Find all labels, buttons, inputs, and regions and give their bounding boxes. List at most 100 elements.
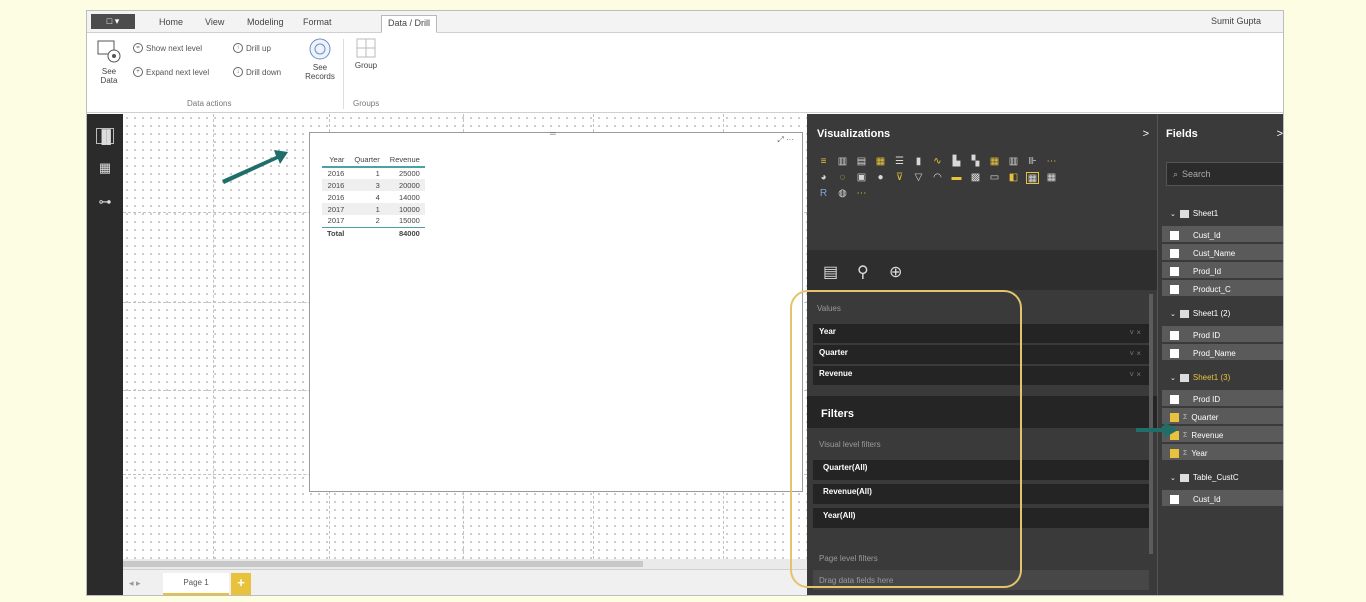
table-icon[interactable]: ▦: [1026, 172, 1039, 184]
table-icon: [1179, 373, 1189, 382]
clustered-column-icon[interactable]: ▦: [874, 156, 887, 168]
funnel-icon[interactable]: ▽: [912, 172, 925, 184]
more-icon[interactable]: ⋯: [855, 188, 868, 200]
treemap-icon[interactable]: ▣: [855, 172, 868, 184]
donut-icon[interactable]: ◌: [836, 172, 849, 184]
expand-chevron-icon[interactable]: ⌄: [1170, 374, 1176, 382]
fields-tab-icon[interactable]: ▤: [823, 262, 838, 282]
field-checkbox[interactable]: [1170, 249, 1179, 258]
line-clustered-icon[interactable]: ▥: [1007, 156, 1020, 168]
field-item[interactable]: Cust_Id: [1162, 490, 1283, 506]
expand-chevron-icon[interactable]: ⌄: [1170, 474, 1176, 482]
focus-mode-icon[interactable]: ⤢ ···: [777, 135, 794, 145]
group-button[interactable]: Group: [351, 37, 381, 70]
drag-handle-icon[interactable]: ═: [550, 129, 556, 138]
map-icon[interactable]: ●: [874, 172, 887, 184]
remove-year-icon[interactable]: ˅ ×: [1129, 328, 1141, 337]
100-bar-icon[interactable]: ☰: [893, 156, 906, 168]
r-visual-icon[interactable]: R: [817, 188, 830, 200]
field-item[interactable]: Prod ID: [1162, 326, 1283, 342]
table-cell: 2017: [327, 216, 345, 226]
column-header[interactable]: Revenue: [384, 153, 425, 168]
expand-next-level-button[interactable]: + Expand next level: [133, 67, 209, 77]
table-node-sheet1-3-[interactable]: ⌄ Sheet1 (3): [1162, 368, 1283, 384]
field-item[interactable]: Σ Revenue: [1162, 426, 1283, 442]
collapse-fields-icon[interactable]: >: [1277, 128, 1283, 140]
clustered-bar-icon[interactable]: ▤: [855, 156, 868, 168]
field-checkbox[interactable]: [1170, 349, 1179, 358]
matrix-icon[interactable]: ▦: [1045, 172, 1058, 184]
table-cell: 1: [375, 169, 380, 178]
field-item[interactable]: Prod_Id: [1162, 262, 1283, 278]
gauge-icon[interactable]: ◠: [931, 172, 944, 184]
analytics-tab-icon[interactable]: ⊕: [889, 262, 902, 282]
relationships-view-icon[interactable]: ⊶: [96, 194, 114, 210]
multi-row-card-icon[interactable]: ▩: [969, 172, 982, 184]
show-next-level-button[interactable]: = Show next level: [133, 43, 202, 53]
report-view-icon[interactable]: ▐▌: [96, 128, 115, 144]
data-view-icon[interactable]: ▦: [96, 160, 114, 176]
format-tab-icon[interactable]: ⚲: [857, 262, 869, 282]
table-node-table-custc[interactable]: ⌄ Table_CustC: [1162, 468, 1283, 484]
field-item[interactable]: Cust_Id: [1162, 226, 1283, 242]
field-checkbox[interactable]: [1170, 285, 1179, 294]
table-node-sheet1-2-[interactable]: ⌄ Sheet1 (2): [1162, 304, 1283, 320]
100-column-icon[interactable]: ▮: [912, 156, 925, 168]
stacked-column-icon[interactable]: ▥: [836, 156, 849, 168]
collapse-viz-icon[interactable]: >: [1143, 128, 1149, 140]
tab-home[interactable]: Home: [159, 15, 183, 31]
tab-data-drill[interactable]: Data / Drill: [381, 15, 438, 33]
fields-search-input[interactable]: ⌕ Search: [1166, 162, 1283, 186]
file-menu-button[interactable]: □ ▾: [91, 14, 135, 29]
tab-modeling[interactable]: Modeling: [247, 15, 284, 31]
page-1-tab[interactable]: Page 1: [163, 573, 229, 595]
remove-revenue-icon[interactable]: ˅ ×: [1129, 370, 1141, 379]
table-visual[interactable]: ═ ⤢ ··· Year Quarter Revenue 2016 1 25000 201…: [309, 129, 803, 492]
horizontal-scrollbar[interactable]: [123, 559, 807, 569]
field-item[interactable]: Prod_Name: [1162, 344, 1283, 360]
expand-chevron-icon[interactable]: ⌄: [1170, 210, 1176, 218]
drill-down-button[interactable]: ↓ Drill down: [233, 67, 281, 77]
see-data-button[interactable]: See Data: [95, 39, 123, 85]
area-icon[interactable]: ▙: [950, 156, 963, 168]
field-item[interactable]: Σ Year: [1162, 444, 1283, 460]
stacked-bar-icon[interactable]: ≡: [817, 156, 830, 168]
sigma-icon: Σ: [1183, 414, 1188, 421]
stacked-area-icon[interactable]: ▚: [969, 156, 982, 168]
field-checkbox[interactable]: [1170, 331, 1179, 340]
user-name[interactable]: Sumit Gupta: [1211, 16, 1261, 26]
field-checkbox[interactable]: [1170, 449, 1179, 458]
slicer-icon[interactable]: ◧: [1007, 172, 1020, 184]
field-checkbox[interactable]: [1170, 267, 1179, 276]
field-checkbox[interactable]: [1170, 231, 1179, 240]
field-checkbox[interactable]: [1170, 495, 1179, 504]
column-header[interactable]: Quarter: [349, 153, 385, 168]
kpi-icon[interactable]: ▭: [988, 172, 1001, 184]
see-records-button[interactable]: See Records: [305, 37, 335, 81]
remove-quarter-icon[interactable]: ˅ ×: [1129, 349, 1141, 358]
tab-format[interactable]: Format: [303, 15, 332, 31]
column-header[interactable]: Year: [322, 153, 350, 168]
field-item[interactable]: Product_C: [1162, 280, 1283, 296]
pie-icon[interactable]: ◕: [817, 172, 830, 184]
waterfall-icon[interactable]: ⋯: [1045, 156, 1058, 168]
card-icon[interactable]: ▬: [950, 172, 963, 184]
expand-chevron-icon[interactable]: ⌄: [1170, 310, 1176, 318]
globe-icon[interactable]: ◍: [836, 188, 849, 200]
field-checkbox[interactable]: [1170, 395, 1179, 404]
page-nav-arrows-icon[interactable]: ◂ ▸: [129, 578, 141, 589]
search-placeholder: Search: [1182, 169, 1211, 179]
ribbon-icon[interactable]: ⊪: [1026, 156, 1039, 168]
field-item[interactable]: Prod ID: [1162, 390, 1283, 406]
table-node-sheet1[interactable]: ⌄ Sheet1: [1162, 204, 1283, 220]
add-page-button[interactable]: +: [231, 573, 251, 595]
line-column-icon[interactable]: ▦: [988, 156, 1001, 168]
tab-view[interactable]: View: [205, 15, 224, 31]
see-data-label: See Data: [100, 67, 118, 85]
field-item[interactable]: Cust_Name: [1162, 244, 1283, 260]
field-label: Year: [1191, 449, 1208, 458]
field-item[interactable]: Σ Quarter: [1162, 408, 1283, 424]
drill-up-button[interactable]: ↑ Drill up: [233, 43, 271, 53]
filled-map-icon[interactable]: ⊽: [893, 172, 906, 184]
line-icon[interactable]: ∿: [931, 156, 944, 168]
